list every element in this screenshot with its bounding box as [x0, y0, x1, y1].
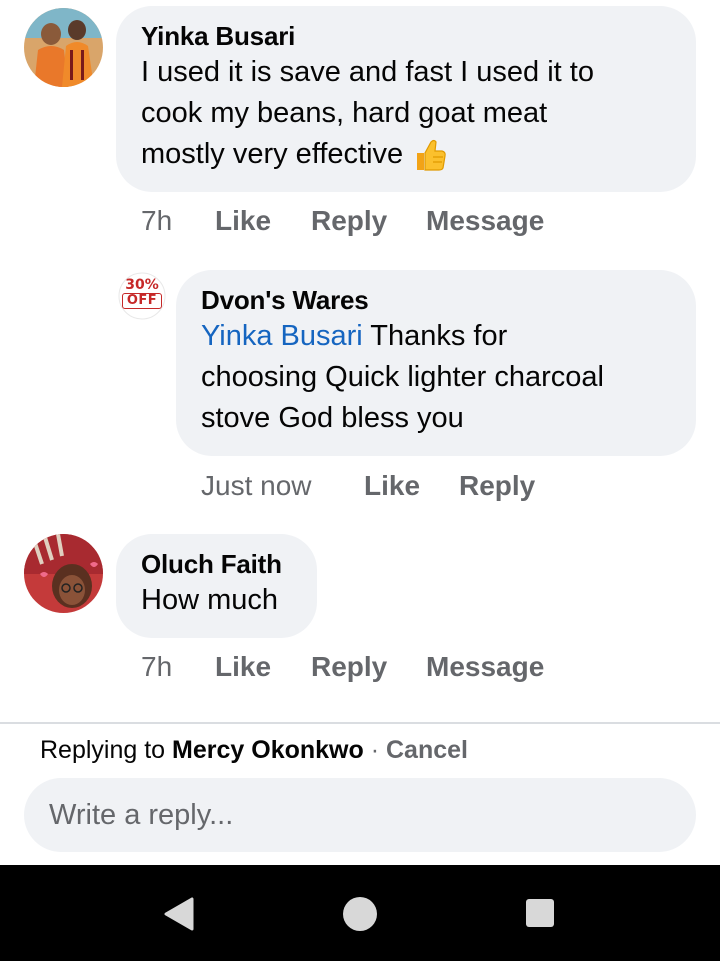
comment-text-line: cook my beans, hard goat meat — [141, 97, 548, 129]
comment-actions: 7h Like Reply Message — [0, 205, 720, 241]
cancel-reply-button[interactable]: Cancel — [386, 736, 468, 764]
comment-text-line: How much — [141, 584, 278, 616]
separator: · — [363, 736, 386, 764]
comment-text-line: choosing Quick lighter charcoal — [201, 361, 604, 393]
comment-bubble: Yinka Busari I used it is save and fast … — [116, 6, 696, 192]
message-button[interactable]: Message — [426, 205, 544, 237]
comment-time[interactable]: Just now — [201, 470, 312, 502]
reply-button[interactable]: Reply — [311, 651, 387, 683]
recents-icon[interactable] — [525, 898, 555, 928]
home-icon[interactable] — [342, 896, 378, 932]
comment-time[interactable]: 7h — [141, 205, 172, 237]
comment-text: Thanks for — [362, 320, 508, 352]
message-button[interactable]: Message — [426, 651, 544, 683]
reply-actions: Just now Like Reply — [0, 470, 720, 506]
comment-text-line: Yinka Busari Thanks for — [201, 316, 696, 357]
reply-bubble: Dvon's Wares Yinka Busari Thanks for cho… — [176, 270, 696, 456]
badge-off: OFF — [122, 293, 162, 309]
reply-input-placeholder: Write a reply... — [49, 799, 234, 831]
reply-input[interactable]: Write a reply... — [24, 778, 696, 852]
system-nav-bar — [0, 865, 720, 961]
composer-divider — [0, 722, 720, 724]
replying-to-bar: Replying to Mercy Okonkwo · Cancel — [40, 736, 468, 765]
avatar-dvons-wares[interactable]: 30% OFF — [118, 272, 166, 320]
mention-link[interactable]: Yinka Busari — [201, 320, 363, 352]
avatar-oluch-faith[interactable] — [24, 534, 103, 613]
avatar-yinka-busari[interactable] — [24, 8, 103, 87]
comment-author[interactable]: Yinka Busari — [141, 20, 696, 52]
comment-text-line: stove God bless you — [201, 402, 464, 434]
badge-percent: 30% — [125, 277, 159, 293]
replying-name: Mercy Okonkwo — [172, 736, 364, 764]
replying-prefix: Replying to — [40, 736, 173, 764]
like-button[interactable]: Like — [364, 470, 420, 502]
comment-bubble: Oluch Faith How much — [116, 534, 317, 638]
comment-text-line: mostly very effective — [141, 134, 696, 175]
comment-author[interactable]: Oluch Faith — [141, 548, 317, 580]
comment-author[interactable]: Dvon's Wares — [201, 284, 696, 316]
comment-text: mostly very effective — [141, 138, 404, 170]
discount-badge: 30% OFF — [120, 278, 164, 309]
reply-button[interactable]: Reply — [459, 470, 535, 502]
thumbs-up-icon — [413, 138, 447, 172]
reply-button[interactable]: Reply — [311, 205, 387, 237]
like-button[interactable]: Like — [215, 651, 271, 683]
comment-text-line: I used it is save and fast I used it to — [141, 56, 594, 88]
like-button[interactable]: Like — [215, 205, 271, 237]
comment-time[interactable]: 7h — [141, 651, 172, 683]
comment-actions: 7h Like Reply Message — [0, 651, 720, 687]
back-icon[interactable] — [162, 897, 196, 931]
